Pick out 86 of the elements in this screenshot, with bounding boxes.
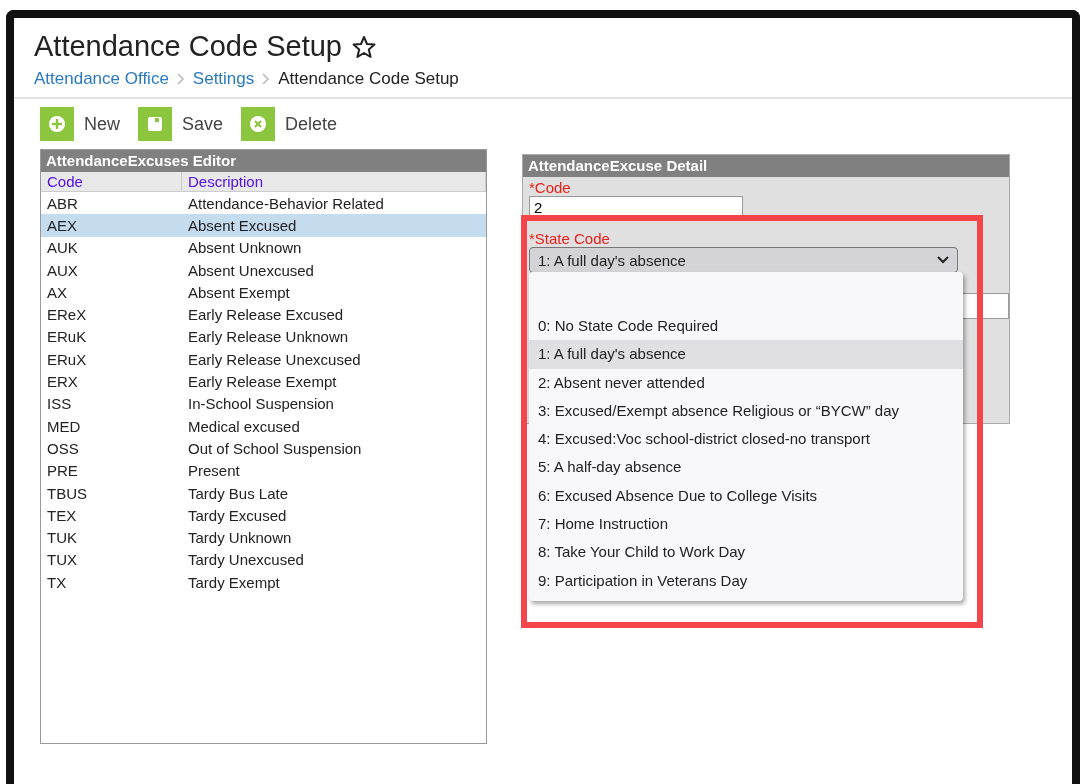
dropdown-option[interactable]: 1: A full day's absence [529,340,963,369]
caret-icon [937,256,949,264]
table-row[interactable]: TX Tardy Exempt [41,571,486,594]
table-row[interactable]: ERuK Early Release Unknown [41,325,486,349]
current-page-label: Attendance Code Setup [278,69,459,89]
delete-icon [249,115,268,133]
table-cell-text: MED [46,417,82,435]
table-row[interactable]: ISS In-School Suspension [41,392,486,415]
table-cell-text: TX [46,573,68,591]
table-cell-text: Early Release Exempt [187,373,338,390]
dropdown-option[interactable]: 4: Excused:Voc school-district closed-no transport [529,425,963,454]
table-cell-text: ISS [46,395,73,413]
input-field[interactable]: 2 [529,196,743,218]
save-icon [146,115,164,133]
table-cell-text: ERuK [46,328,88,346]
dropdown-option[interactable]: 2: Absent never attended [529,368,963,397]
chevron-icon [176,73,185,85]
table-row[interactable]: TUX Tardy Unexcused [41,548,486,572]
field-label: *State Code [529,230,610,247]
table-cell-text: TUX [46,551,78,569]
table-cell-text: Tardy Exempt [187,573,281,591]
table-row[interactable]: AX Absent Exempt [41,281,486,304]
table-row[interactable]: AUK Absent Unknown [41,236,486,259]
table-row[interactable]: TBUS Tardy Bus Late [41,481,486,505]
table-cell-text: Absent Excused [187,216,298,234]
table-cell-text: Tardy Unknown [187,529,293,547]
table-cell-text: Early Release Excused [187,306,345,324]
breadcrumb-link[interactable]: Settings [192,69,255,89]
select-field[interactable]: 1: A full day's absence [529,247,958,273]
table-cell-text: Present [187,462,241,480]
table-cell-text: Out of School Suspension [187,439,363,457]
table-cell-text: Medical excused [187,417,301,435]
table-cell-text: TBUS [46,484,88,502]
breadcrumb-link[interactable]: Attendance Office [34,69,169,89]
table-cell-text: Tardy Bus Late [187,484,290,502]
dropdown-option[interactable]: 3: Excused/Exempt absence Religious or “BYCW” day [529,396,963,426]
table-cell-text: TEX [46,506,78,524]
table-row[interactable]: ERX Early Release Exempt [41,370,486,393]
table-cell-text: Absent Exempt [187,283,291,301]
column-header[interactable]: Description [182,172,486,191]
column-header[interactable]: Code [41,172,182,191]
toolbar-button[interactable]: New [40,107,120,141]
table-row[interactable]: PRE Present [41,459,486,482]
table-row[interactable]: ERuX Early Release Unexcused [41,348,486,371]
dropdown-option[interactable]: 0: No State Code Required [529,312,963,341]
dropdown-option[interactable]: 7: Home Instruction [529,510,963,539]
dropdown-option[interactable]: 6: Excused Absence Due to College Visits [529,481,963,511]
table-cell-text: PRE [46,462,79,480]
table-cell-text: Absent Unexcused [187,261,315,279]
plus-icon [48,115,66,133]
table-cell-text: Attendance-Behavior Related [187,194,385,212]
toolbar-button[interactable]: Delete [241,107,338,141]
table-row[interactable]: MED Medical excused [41,414,486,438]
panel-title: AttendanceExcuse Detail [523,155,1009,177]
table-cell-text: TUK [46,529,78,547]
table-cell-text: Early Release Unknown [187,328,350,346]
panel-title: AttendanceExcuses Editor [41,150,486,172]
table-cell-text: AX [46,283,68,301]
star-icon[interactable] [351,34,376,59]
table-row[interactable]: EReX Early Release Excused [41,303,486,326]
table-cell-text: Tardy Unexcused [187,551,305,569]
chevron-icon [262,73,271,85]
table-cell-text: AEX [46,216,78,234]
table-cell-text: ERuX [46,350,88,368]
table-cell-text: ERX [46,373,79,390]
table-cell-text: OSS [46,439,80,457]
dropdown-option[interactable]: 5: A half-day absence [529,453,963,482]
toolbar-button[interactable]: Save [138,107,224,141]
table-cell-text: ABR [46,194,79,212]
table-cell-text: In-School Suspension [187,395,335,413]
table-cell-text: Absent Unknown [187,239,303,257]
dropdown-option[interactable]: 8: Take Your Child to Work Day [529,538,963,567]
dropdown-option[interactable]: 9: Participation in Veterans Day [529,566,963,595]
table-row[interactable]: TUK Tardy Unknown [41,526,486,549]
table-row[interactable]: ABR Attendance-Behavior Related [41,192,486,215]
table-cell-text: Early Release Unexcused [187,350,362,368]
table-row[interactable]: AUX Absent Unexcused [41,258,486,282]
table-row[interactable]: OSS Out of School Suspension [41,437,486,460]
table-cell-text: AUX [46,261,79,279]
page-title: Attendance Code Setup [34,30,342,63]
table-row[interactable]: TEX Tardy Excused [41,504,486,527]
field-label: *Code [529,179,571,196]
table-cell-text: EReX [46,306,88,324]
table-cell-text: Tardy Excused [187,506,288,524]
table-row[interactable]: AEX Absent Excused [41,214,486,237]
table-cell-text: AUK [46,239,79,257]
